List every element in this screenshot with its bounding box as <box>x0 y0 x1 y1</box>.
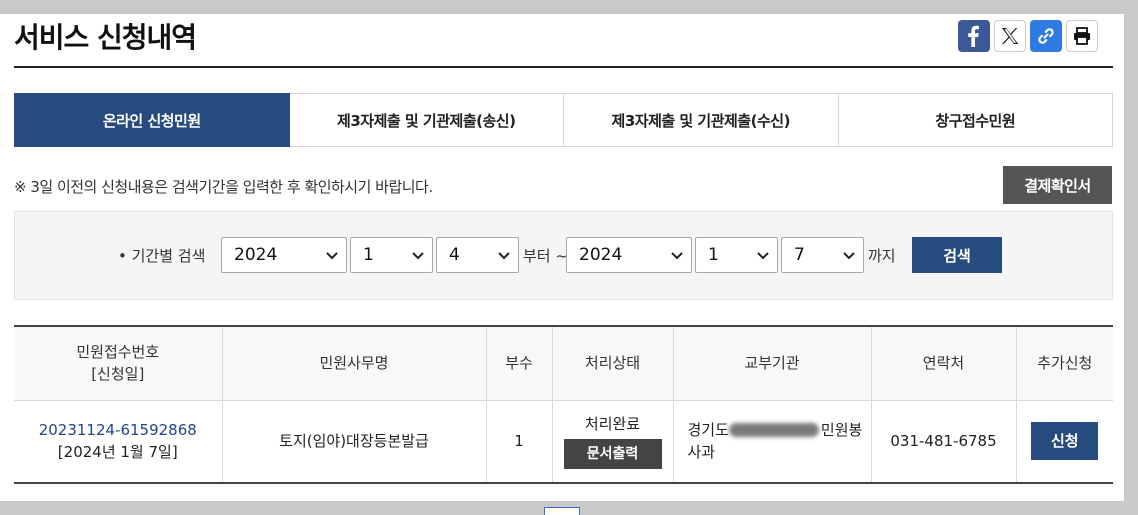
link-icon[interactable] <box>1030 20 1062 52</box>
cell-extra: 신청 <box>1015 399 1113 484</box>
to-month-select[interactable]: 1 <box>695 237 778 273</box>
org-prefix: 경기도 <box>687 421 729 440</box>
cell-contact: 031-481-6785 <box>870 399 1017 484</box>
from-year-value: 2024 <box>234 245 278 265</box>
notice-text: ※ 3일 이전의 신청내용은 검색기간을 입력한 후 확인하시기 바랍니다. <box>14 178 433 196</box>
search-label-text: 기간별 검색 <box>131 247 206 265</box>
cell-status: 처리완료 문서출력 <box>551 399 674 484</box>
cell-service: 토지(임야)대장등본발급 <box>221 399 487 484</box>
print-document-button[interactable]: 문서출력 <box>563 439 662 470</box>
status-text: 처리완료 <box>584 415 641 434</box>
payment-confirmation-button[interactable]: 결제확인서 <box>1003 166 1112 204</box>
cell-org: 경기도 민원봉 사과 <box>672 399 872 484</box>
x-twitter-icon[interactable] <box>994 20 1026 52</box>
request-table-wrap: 민원접수번호 [신청일] 민원사무명 부수 처리상태 교부기관 연락처 추가신청… <box>14 325 1113 484</box>
to-day-select[interactable]: 7 <box>781 237 864 273</box>
from-month-value: 1 <box>363 245 374 265</box>
from-day-value: 4 <box>449 245 460 265</box>
search-label: • 기간별 검색 <box>118 247 206 265</box>
request-table: 민원접수번호 [신청일] 민원사무명 부수 처리상태 교부기관 연락처 추가신청… <box>14 325 1113 484</box>
search-panel: • 기간별 검색 2024 1 4 부터 ~ 2024 1 7 까지 검색 <box>14 211 1113 300</box>
tab-bar: 온라인 신청민원 제3자제출 및 기관제출(송신) 제3자제출 및 기관제출(수… <box>14 93 1113 147</box>
title-divider <box>14 66 1113 68</box>
tab-third-party-received[interactable]: 제3자제출 및 기관제출(수신) <box>564 93 839 147</box>
receipt-date: [2024년 1월 7일] <box>57 443 178 462</box>
search-button[interactable]: 검색 <box>912 237 1002 273</box>
header-service: 민원사무명 <box>221 325 487 401</box>
from-suffix: 부터 ~ <box>523 247 568 265</box>
header-receipt-line2: [신청일] <box>91 365 145 384</box>
to-suffix: 까지 <box>868 247 896 265</box>
to-year-select[interactable]: 2024 <box>566 237 692 273</box>
header-receipt-line1: 민원접수번호 <box>76 343 160 362</box>
redaction-blur <box>728 422 819 437</box>
chevron-down-icon <box>757 252 769 260</box>
from-day-select[interactable]: 4 <box>436 237 519 273</box>
table-header-row: 민원접수번호 [신청일] 민원사무명 부수 처리상태 교부기관 연락처 추가신청 <box>14 325 1113 401</box>
from-month-select[interactable]: 1 <box>350 237 433 273</box>
tab-online-requests[interactable]: 온라인 신청민원 <box>14 93 290 147</box>
content-panel: 서비스 신청내역 온라인 신청민원 제3자제출 및 기관제출(송신) 제3자제출… <box>0 14 1124 501</box>
org-suffix: 민원봉 <box>820 421 863 440</box>
tab-counter-requests[interactable]: 창구접수민원 <box>838 93 1113 147</box>
header-contact: 연락처 <box>870 325 1017 401</box>
org-line2: 사과 <box>687 443 716 462</box>
chevron-down-icon <box>326 252 338 260</box>
chevron-down-icon <box>498 252 510 260</box>
chevron-down-icon <box>843 252 855 260</box>
table-row: 20231124-61592868 [2024년 1월 7일] 토지(임야)대장… <box>14 399 1113 484</box>
header-extra: 추가신청 <box>1015 325 1113 401</box>
pagination-stub[interactable] <box>544 507 580 515</box>
to-year-value: 2024 <box>579 245 623 265</box>
from-year-select[interactable]: 2024 <box>221 237 347 273</box>
chevron-down-icon <box>671 252 683 260</box>
header-copies: 부수 <box>485 325 553 401</box>
header-org: 교부기관 <box>672 325 872 401</box>
header-receipt: 민원접수번호 [신청일] <box>14 325 223 401</box>
page-title: 서비스 신청내역 <box>14 21 197 54</box>
apply-button[interactable]: 신청 <box>1031 422 1099 461</box>
facebook-icon[interactable] <box>958 20 990 52</box>
print-icon[interactable] <box>1066 20 1098 52</box>
share-toolbar <box>958 20 1098 52</box>
cell-copies: 1 <box>485 399 553 484</box>
header-status: 처리상태 <box>551 325 674 401</box>
chevron-down-icon <box>412 252 424 260</box>
to-day-value: 7 <box>794 245 805 265</box>
receipt-number-link[interactable]: 20231124-61592868 <box>14 419 222 441</box>
cell-receipt: 20231124-61592868 [2024년 1월 7일] <box>14 399 223 484</box>
to-month-value: 1 <box>708 245 719 265</box>
tab-third-party-sent[interactable]: 제3자제출 및 기관제출(송신) <box>289 93 564 147</box>
